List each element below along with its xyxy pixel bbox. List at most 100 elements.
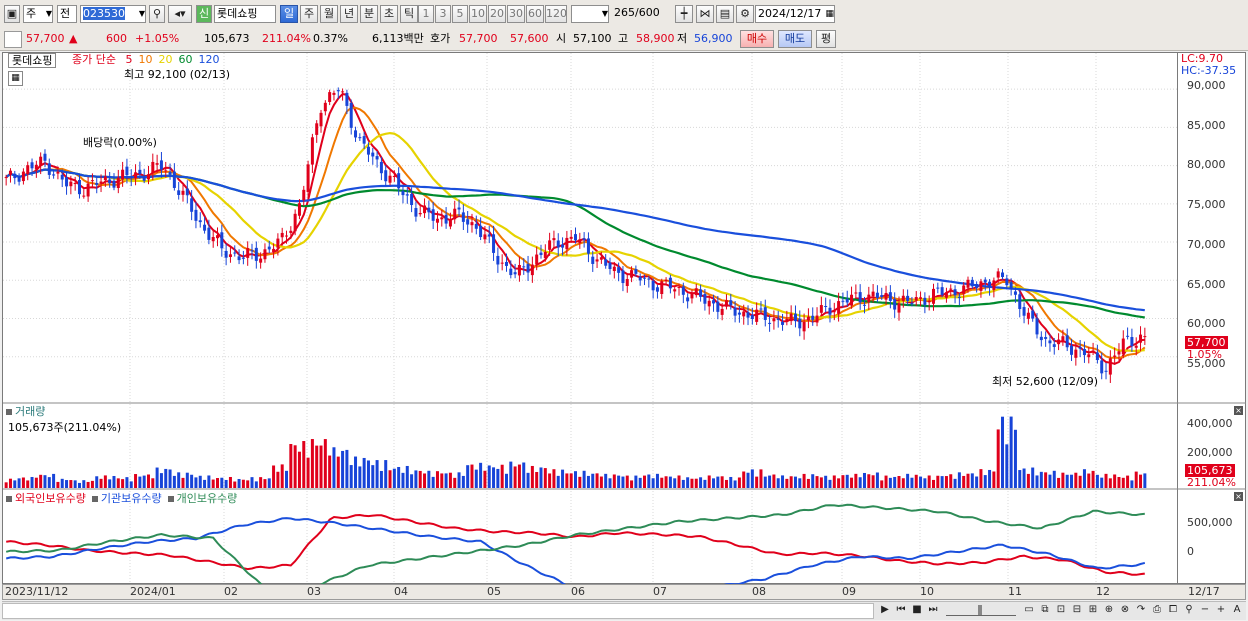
candle-body	[992, 280, 996, 291]
volume-bar	[13, 480, 17, 488]
price-tick-label: 75,000	[1187, 198, 1226, 212]
volume-bar	[781, 475, 785, 488]
candle-body	[108, 179, 112, 184]
volume-bar	[280, 464, 284, 488]
volume-bar	[1091, 470, 1095, 488]
zoom-slider[interactable]	[946, 605, 1016, 616]
scroll-end-icon[interactable]: ⏭	[926, 603, 940, 617]
candle-body	[151, 161, 155, 174]
volume-bar	[461, 475, 465, 488]
volume-bar	[1035, 475, 1039, 488]
candle-body	[185, 188, 189, 196]
volume-bar	[940, 476, 944, 488]
candle-body	[203, 224, 207, 231]
volume-bar	[712, 478, 716, 488]
volume-bar	[858, 477, 862, 488]
zoom-out-icon[interactable]: −	[1198, 603, 1212, 617]
volume-bar	[26, 480, 30, 488]
volume-bar	[552, 469, 556, 488]
candle-body	[1005, 278, 1009, 286]
candle-body	[763, 307, 767, 320]
volume-bar	[146, 474, 150, 488]
candle-body	[828, 307, 832, 315]
candle-body	[418, 213, 422, 215]
candle-body	[850, 294, 854, 306]
volume-bar	[673, 478, 677, 488]
ma-title: 종가 단순	[72, 53, 116, 66]
volume-bar	[1013, 429, 1017, 488]
close-icon[interactable]: ×	[1234, 406, 1243, 415]
volume-bar	[897, 476, 901, 488]
copy-icon[interactable]: ⧠	[1166, 603, 1180, 617]
candle-body	[699, 289, 703, 297]
candle-body	[690, 293, 694, 299]
candle-body	[832, 311, 836, 313]
volume-bar	[530, 465, 534, 488]
candle-body	[440, 217, 444, 220]
candle-body	[82, 195, 86, 197]
zoom-slider-handle[interactable]	[978, 605, 982, 615]
candle-body	[897, 303, 901, 313]
print-icon[interactable]: ⎙	[1150, 603, 1164, 617]
volume-bar	[919, 476, 923, 488]
volume-bar	[931, 479, 935, 488]
candle-body	[617, 267, 621, 273]
stop-icon[interactable]: ■	[910, 603, 924, 617]
volume-bar	[250, 477, 254, 488]
grid-icon[interactable]: ⊞	[1086, 603, 1100, 617]
volume-bar	[65, 480, 69, 488]
volume-bar	[992, 471, 996, 488]
compare-icon[interactable]: ⊡	[1054, 603, 1068, 617]
volume-bar	[216, 478, 220, 488]
candle-body	[125, 166, 129, 176]
volume-bar	[1139, 474, 1143, 488]
candle-body	[793, 313, 797, 322]
chart-stock-tag[interactable]: 롯데쇼핑	[8, 53, 57, 68]
volume-bar	[500, 464, 504, 488]
font-size-icon[interactable]: A	[1230, 603, 1244, 617]
volume-bar	[983, 475, 987, 488]
volume-bar	[699, 477, 703, 488]
volume-bar	[957, 472, 961, 488]
candle-body	[630, 270, 634, 278]
candle-body	[423, 205, 427, 214]
candle-body	[280, 232, 284, 238]
crosshair-icon[interactable]: ⊕	[1102, 603, 1116, 617]
volume-bar	[354, 456, 358, 488]
table-icon[interactable]: ▦	[8, 71, 23, 86]
candle-body	[392, 176, 396, 178]
holding-line	[5, 503, 1145, 591]
candle-body	[168, 171, 172, 175]
window-icon[interactable]: ▭	[1022, 603, 1036, 617]
volume-bar	[466, 465, 470, 488]
candle-body	[815, 315, 819, 323]
candle-body	[802, 321, 806, 332]
volume-bar	[802, 473, 806, 488]
redo-icon[interactable]: ↷	[1134, 603, 1148, 617]
volume-bar	[828, 479, 832, 488]
candle-body	[962, 285, 966, 294]
layout-icon[interactable]: ⊟	[1070, 603, 1084, 617]
candle-body	[86, 183, 90, 197]
volume-bar	[228, 476, 232, 488]
close-icon[interactable]: ×	[1234, 492, 1243, 501]
scroll-right-icon[interactable]: ▶	[878, 603, 892, 617]
volume-bar	[617, 475, 621, 488]
candle-body	[819, 305, 823, 313]
candle-body	[983, 279, 987, 283]
candle-body	[99, 181, 103, 184]
candle-body	[509, 268, 513, 276]
link-icon[interactable]: ⊗	[1118, 603, 1132, 617]
scroll-track[interactable]	[2, 603, 874, 619]
price-chart[interactable]	[0, 0, 1248, 621]
volume-bar	[630, 480, 634, 488]
scroll-start-icon[interactable]: ⏮	[894, 603, 908, 617]
volume-bar	[975, 476, 979, 488]
volume-bar	[517, 464, 521, 488]
volume-bar	[1117, 477, 1121, 488]
candle-body	[1139, 334, 1143, 343]
tile-icon[interactable]: ⧉	[1038, 603, 1052, 617]
volume-bar	[203, 479, 207, 488]
zoom-icon[interactable]: ⚲	[1182, 603, 1196, 617]
zoom-in-icon[interactable]: +	[1214, 603, 1228, 617]
